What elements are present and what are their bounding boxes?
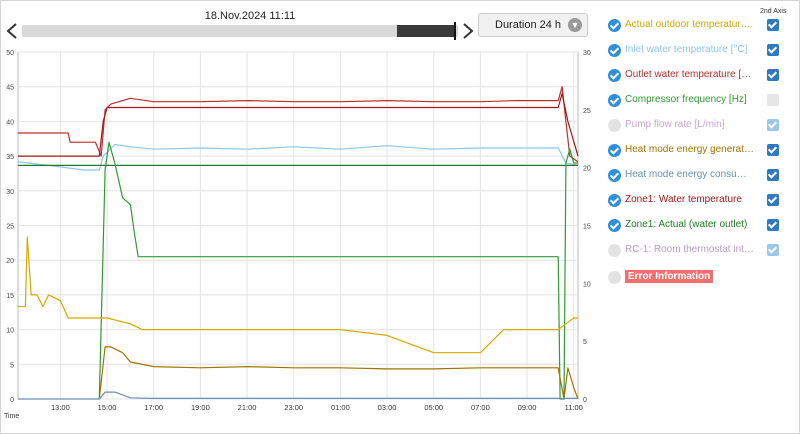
legend-item[interactable]: RC-1: Room thermostat intake [606, 241, 786, 261]
legend-item[interactable]: Heat mode energy consumption [606, 166, 786, 186]
timeline-handle[interactable] [453, 22, 456, 40]
timeline-window[interactable] [396, 25, 454, 37]
second-axis-checkbox[interactable] [767, 169, 779, 181]
y-right-tick-label: 5 [583, 339, 587, 346]
duration-label: Duration 24 h [495, 19, 562, 31]
x-tick-label: 05:00 [424, 403, 443, 412]
legend-item[interactable]: Inlet water temperature [°C] [606, 41, 786, 61]
error-information-label: Error Information [625, 270, 714, 283]
x-tick-label: 01:00 [331, 403, 350, 412]
second-axis-checkbox[interactable] [767, 44, 779, 56]
y-left-tick-label: 20 [6, 258, 14, 265]
legend-item-label: Outlet water temperature [°C] [625, 69, 755, 80]
y-right-tick-label: 0 [583, 397, 587, 404]
visibility-toggle-icon[interactable] [608, 169, 621, 182]
y-left-tick-label: 35 [6, 154, 14, 161]
legend-item-error[interactable]: Error Information [606, 268, 786, 288]
duration-dropdown[interactable]: Duration 24 h ▼ [478, 13, 588, 37]
y-left-tick-label: 0 [10, 397, 14, 404]
previous-period-button[interactable] [4, 22, 20, 40]
y-left-tick-label: 45 [6, 85, 14, 92]
chevron-right-icon [463, 23, 474, 39]
visibility-toggle-icon[interactable] [608, 94, 621, 107]
legend-item-label: Pump flow rate [L/min] [625, 119, 725, 130]
legend-item[interactable]: Compressor frequency [Hz] [606, 91, 786, 111]
legend-item[interactable]: Actual outdoor temperature [°C] [606, 16, 786, 36]
next-period-button[interactable] [460, 22, 476, 40]
y-right-tick-label: 15 [583, 224, 591, 231]
y-left-tick-label: 5 [10, 362, 14, 369]
legend-item-label: Compressor frequency [Hz] [625, 94, 747, 105]
chevron-left-icon [6, 23, 17, 39]
x-tick-label: 13:00 [51, 403, 70, 412]
x-axis-label: Time [4, 413, 19, 420]
visibility-toggle-icon[interactable] [608, 194, 621, 207]
second-axis-checkbox[interactable] [767, 69, 779, 81]
legend-item-label: Zone1: Water temperature [625, 194, 742, 205]
visibility-toggle-icon[interactable] [608, 271, 621, 284]
y-left-tick-label: 40 [6, 119, 14, 126]
legend-item-label: Heat mode energy generation [625, 144, 755, 155]
second-axis-checkbox[interactable] [767, 219, 779, 231]
y-right-tick-label: 30 [583, 50, 591, 57]
legend-item-label: Heat mode energy consumption [625, 169, 755, 180]
visibility-toggle-icon[interactable] [608, 219, 621, 232]
chevron-down-icon: ▼ [568, 18, 582, 32]
legend-item[interactable]: Zone1: Water temperature [606, 191, 786, 211]
visibility-toggle-icon[interactable] [608, 144, 621, 157]
visibility-toggle-icon[interactable] [608, 244, 621, 257]
x-tick-label: 23:00 [284, 403, 303, 412]
visibility-toggle-icon[interactable] [608, 44, 621, 57]
timeline-slider[interactable] [22, 22, 458, 40]
legend-item[interactable]: Zone1: Actual (water outlet) [606, 216, 786, 236]
y-left-tick-label: 50 [6, 50, 14, 57]
x-tick-label: 11:00 [565, 403, 583, 412]
second-axis-checkbox[interactable] [767, 19, 779, 31]
x-tick-label: 17:00 [144, 403, 163, 412]
y-left-tick-label: 15 [6, 293, 14, 300]
x-tick-label: 19:00 [191, 403, 210, 412]
y-right-tick-label: 25 [583, 108, 591, 115]
legend-item[interactable]: Outlet water temperature [°C] [606, 66, 786, 86]
visibility-toggle-icon[interactable] [608, 119, 621, 132]
second-axis-checkbox[interactable] [767, 194, 779, 206]
x-tick-label: 21:00 [238, 403, 257, 412]
x-tick-label: 07:00 [471, 403, 490, 412]
y-right-tick-label: 10 [583, 281, 591, 288]
current-date-label: 18.Nov.2024 11:11 [204, 10, 296, 22]
legend-item-label: Zone1: Actual (water outlet) [625, 219, 748, 230]
y-left-tick-label: 10 [6, 328, 14, 335]
visibility-toggle-icon[interactable] [608, 19, 621, 32]
y-left-tick-label: 30 [6, 189, 14, 196]
second-axis-checkbox[interactable] [767, 144, 779, 156]
legend-item[interactable]: Heat mode energy generation [606, 141, 786, 161]
y-right-tick-label: 20 [583, 166, 591, 173]
x-tick-label: 09:00 [518, 403, 537, 412]
trend-chart: 0 5 10 15 20 25 30 35 40 45 50 0 5 10 15 20 25 30 13:00 15:… [4, 50, 591, 420]
second-axis-label: 2nd Axis [760, 8, 787, 15]
legend-item-label: Actual outdoor temperature [°C] [625, 19, 755, 30]
visibility-toggle-icon[interactable] [608, 69, 621, 82]
second-axis-checkbox[interactable] [767, 94, 779, 106]
second-axis-checkbox[interactable] [767, 244, 779, 256]
x-tick-label: 15:00 [98, 403, 117, 412]
legend-item-label: RC-1: Room thermostat intake [625, 244, 755, 255]
second-axis-checkbox[interactable] [767, 119, 779, 131]
legend-item[interactable]: Pump flow rate [L/min] [606, 116, 786, 136]
x-tick-label: 03:00 [378, 403, 397, 412]
legend-item-label: Inlet water temperature [°C] [625, 44, 748, 55]
y-left-tick-label: 25 [6, 224, 14, 231]
